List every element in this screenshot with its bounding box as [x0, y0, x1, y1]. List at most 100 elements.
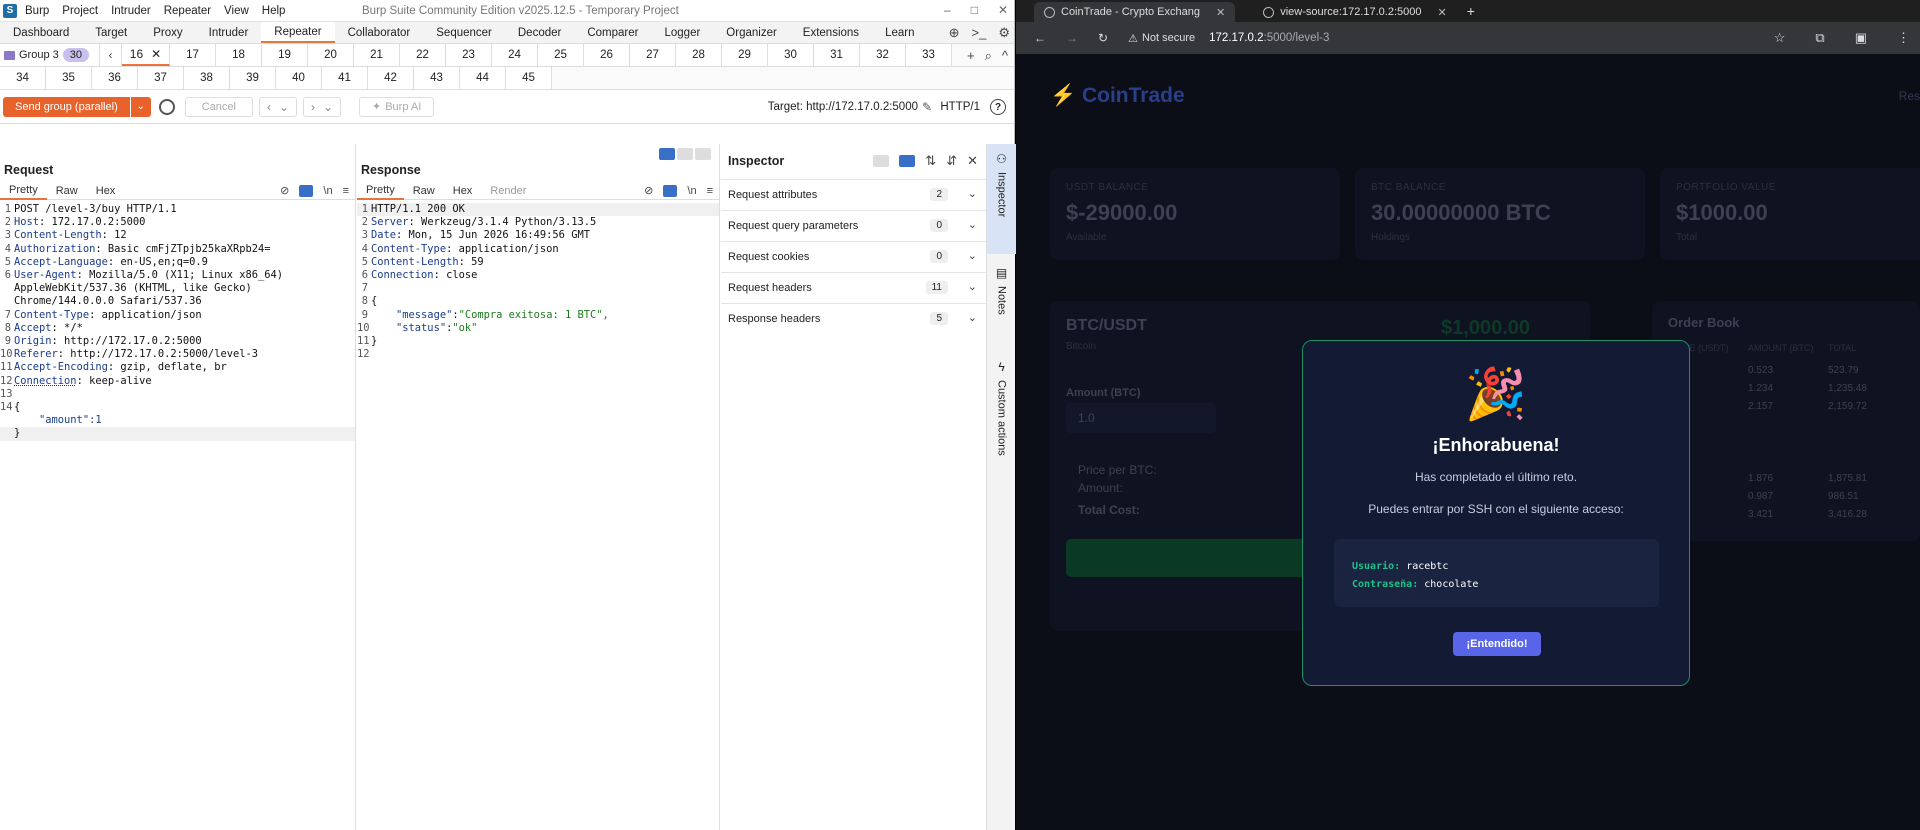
subtab-pretty[interactable]: Pretty — [0, 182, 47, 200]
repeater-tab[interactable]: 32 — [860, 44, 906, 66]
repeater-tab[interactable]: 41 — [322, 67, 368, 89]
layout-split-icon[interactable] — [659, 148, 675, 160]
repeater-tab[interactable]: 25 — [538, 44, 584, 66]
tab-repeater[interactable]: Repeater — [261, 22, 335, 43]
tab-learn[interactable]: Learn — [872, 22, 927, 43]
back-icon[interactable]: ← — [1034, 31, 1046, 45]
browser-tab[interactable]: view-source:172.17.0.2:5000 ✕ — [1253, 2, 1456, 22]
settings-icon[interactable]: ⚙ — [998, 25, 1010, 41]
close-tab-icon[interactable]: ✕ — [1437, 6, 1446, 19]
subtab-hex[interactable]: Hex — [87, 182, 125, 200]
response-editor[interactable]: 1 HTTP/1.1 200 OK 2 Server: Werkzeug/3.1.4 … — [357, 203, 719, 361]
chevron-down-icon[interactable]: ⌄ — [968, 249, 977, 262]
sidebar-item-inspector[interactable]: ⚇ Inspector — [987, 144, 1016, 254]
collapse-icon[interactable]: ⇵ — [946, 153, 957, 169]
tab-logger[interactable]: Logger — [651, 22, 713, 43]
edit-target-icon[interactable]: ✎ — [922, 100, 932, 114]
reload-icon[interactable]: ↻ — [1098, 31, 1108, 45]
wrap-toggle-icon[interactable] — [663, 184, 678, 197]
send-options-dropdown[interactable]: ⌄ — [130, 96, 151, 117]
sidebar-item-notes[interactable]: ▤ Notes — [987, 262, 1016, 352]
tab-decoder[interactable]: Decoder — [505, 22, 574, 43]
menu-item-help[interactable]: Help — [262, 5, 286, 17]
chevron-down-icon[interactable]: ⌄ — [968, 218, 977, 231]
newline-icon[interactable]: \n — [687, 185, 696, 197]
terminal-icon[interactable]: >_ — [972, 25, 987, 41]
chevron-down-icon[interactable]: ⌄ — [968, 311, 977, 324]
address-bar[interactable]: 172.17.0.2:5000/level-3 — [1209, 32, 1329, 44]
repeater-tab[interactable]: 20 — [308, 44, 354, 66]
forward-icon[interactable]: → — [1066, 31, 1078, 45]
modal-ok-button[interactable]: ¡Entendido! — [1453, 632, 1541, 656]
repeater-tab[interactable]: 42 — [368, 67, 414, 89]
repeater-tab[interactable]: 29 — [722, 44, 768, 66]
tab-target[interactable]: Target — [82, 22, 140, 43]
tab-proxy[interactable]: Proxy — [140, 22, 195, 43]
subtab-raw[interactable]: Raw — [404, 182, 444, 200]
tab-sequencer[interactable]: Sequencer — [423, 22, 505, 43]
tab-collaborator[interactable]: Collaborator — [335, 22, 424, 43]
inspector-section[interactable]: Request headers 11 ⌄ — [721, 272, 986, 302]
http-version[interactable]: HTTP/1 — [940, 101, 980, 113]
wrap-toggle-icon[interactable] — [299, 184, 314, 197]
add-tab-icon[interactable]: + — [967, 48, 975, 64]
repeater-tab[interactable]: 27 — [630, 44, 676, 66]
menu-item-repeater[interactable]: Repeater — [164, 5, 211, 17]
repeater-tab[interactable]: 39 — [230, 67, 276, 89]
inspector-section[interactable]: Request query parameters 0 ⌄ — [721, 210, 986, 240]
sidepanel-icon[interactable]: ▣ — [1855, 30, 1867, 46]
star-icon[interactable]: ☆ — [1774, 30, 1786, 46]
repeater-tab[interactable]: 23 — [446, 44, 492, 66]
history-back-button[interactable]: ‹ ⌄ — [258, 96, 297, 117]
security-indicator[interactable]: ⚠ Not secure — [1128, 32, 1195, 45]
hide-icon[interactable]: ⊘ — [280, 184, 289, 197]
repeater-tab[interactable]: 21 — [354, 44, 400, 66]
layout-single-icon[interactable] — [695, 148, 711, 160]
tab-scroll-left-icon[interactable]: ‹ — [100, 44, 122, 66]
repeater-tab[interactable]: 38 — [184, 67, 230, 89]
chevron-up-icon[interactable]: ^ — [1002, 48, 1008, 64]
tab-intruder[interactable]: Intruder — [196, 22, 262, 43]
repeater-tab[interactable]: 17 — [170, 44, 216, 66]
history-forward-button[interactable]: › ⌄ — [302, 96, 341, 117]
repeater-tab[interactable]: 45 — [506, 67, 552, 89]
expand-icon[interactable]: ⇅ — [925, 153, 936, 169]
subtab-pretty[interactable]: Pretty — [357, 182, 404, 200]
tab-group[interactable]: Group 3 30 — [0, 44, 100, 66]
subtab-hex[interactable]: Hex — [444, 182, 482, 200]
repeater-tab-selected[interactable]: 16 ✕ — [122, 44, 170, 66]
inspector-layout-list-icon[interactable] — [873, 155, 890, 167]
repeater-tab[interactable]: 34 — [0, 67, 46, 89]
hide-icon[interactable]: ⊘ — [644, 184, 653, 197]
close-inspector-icon[interactable]: ✕ — [967, 153, 978, 169]
send-group-button[interactable]: Send group (parallel) — [3, 96, 130, 117]
close-tab-icon[interactable]: ✕ — [151, 47, 161, 61]
menu-icon[interactable]: ≡ — [343, 185, 349, 197]
tab-comparer[interactable]: Comparer — [574, 22, 651, 43]
repeater-tab[interactable]: 33 — [906, 44, 952, 66]
newline-icon[interactable]: \n — [323, 185, 332, 197]
browser-tab[interactable]: CoinTrade - Crypto Exchang ✕ — [1034, 2, 1236, 22]
minimize-button[interactable]: – — [944, 3, 951, 17]
inspector-section[interactable]: Request cookies 0 ⌄ — [721, 241, 986, 271]
sidebar-item-custom-actions[interactable]: ϟ Custom actions — [987, 356, 1016, 496]
repeater-tab[interactable]: 22 — [400, 44, 446, 66]
repeater-tab[interactable]: 37 — [138, 67, 184, 89]
repeater-tab[interactable]: 18 — [216, 44, 262, 66]
subtab-raw[interactable]: Raw — [47, 182, 87, 200]
repeater-tab[interactable]: 43 — [414, 67, 460, 89]
maximize-button[interactable]: □ — [971, 3, 978, 17]
burp-ai-button[interactable]: ✦ Burp AI — [358, 96, 435, 117]
close-tab-icon[interactable]: ✕ — [1216, 6, 1225, 19]
chevron-down-icon[interactable]: ⌄ — [968, 187, 977, 200]
repeater-tab[interactable]: 28 — [676, 44, 722, 66]
inspector-section[interactable]: Request attributes 2 ⌄ — [721, 179, 986, 209]
help-icon[interactable]: ? — [990, 99, 1006, 115]
request-editor[interactable]: 1 POST /level-3/buy HTTP/1.1 2 Host: 172.17… — [0, 203, 355, 441]
repeater-tab[interactable]: 36 — [92, 67, 138, 89]
repeater-tab[interactable]: 31 — [814, 44, 860, 66]
inspector-section[interactable]: Response headers 5 ⌄ — [721, 303, 986, 333]
tab-dashboard[interactable]: Dashboard — [0, 22, 82, 43]
repeater-tab[interactable]: 19 — [262, 44, 308, 66]
menu-item-project[interactable]: Project — [62, 5, 98, 17]
